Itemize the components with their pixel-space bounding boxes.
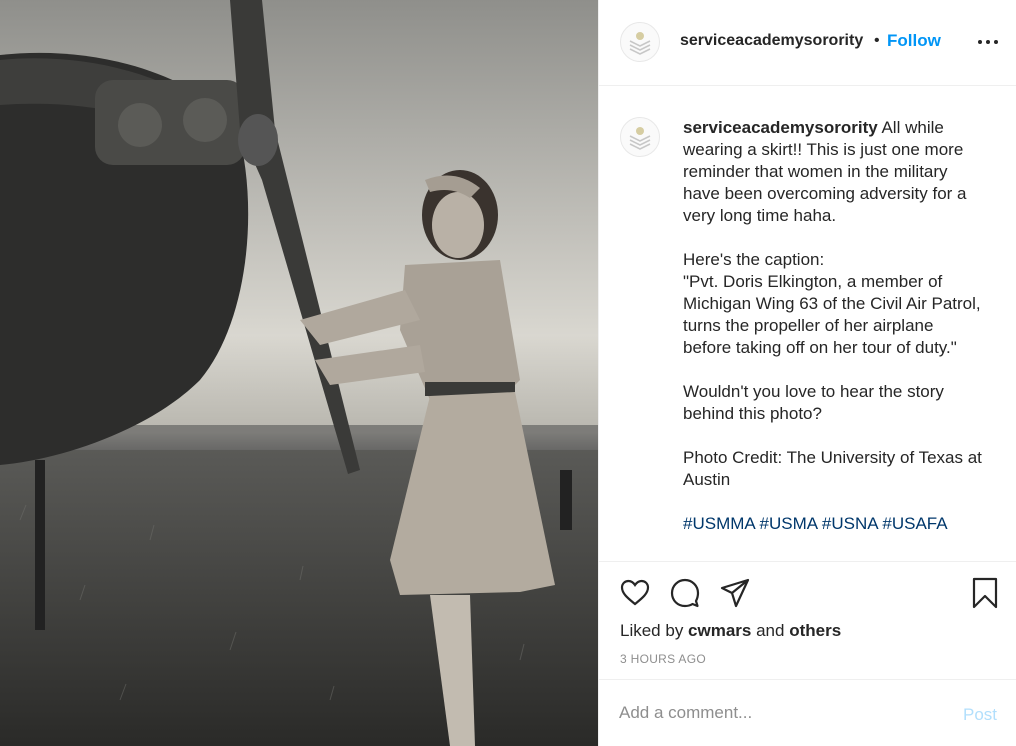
post-timestamp[interactable]: 3 HOURS AGO (620, 652, 706, 666)
post-actions: Liked by cwmars and others 3 HOURS AGO (599, 561, 1016, 679)
avatar[interactable] (620, 22, 660, 62)
caption-username[interactable]: serviceacademysorority (683, 118, 878, 137)
post-panel: serviceacademysorority • Follow servicea… (598, 0, 1016, 746)
hashtag-link[interactable]: #USNA (822, 514, 878, 533)
sorority-logo-icon (629, 127, 651, 150)
post-caption: serviceacademysorority All while wearing… (683, 117, 983, 535)
hashtag-link[interactable]: #USMMA (683, 514, 755, 533)
bookmark-icon[interactable] (969, 577, 1001, 609)
post-comment-button[interactable]: Post (963, 705, 997, 725)
hashtag-link[interactable]: #USMA (760, 514, 818, 533)
photo-image (0, 0, 598, 746)
header-username[interactable]: serviceacademysorority (680, 32, 863, 50)
sorority-logo-icon (629, 32, 651, 55)
heart-icon[interactable] (619, 577, 651, 609)
caption-hashtags: #USMMA #USMA #USNA #USAFA (683, 513, 983, 535)
likes-summary: Liked by cwmars and others (620, 621, 841, 641)
caption-text: All while wearing a skirt!! This is just… (683, 118, 982, 489)
share-icon[interactable] (719, 577, 751, 609)
comment-input[interactable] (619, 698, 939, 728)
comment-icon[interactable] (669, 577, 701, 609)
header-separator: • (874, 32, 880, 49)
comments-scroll-area[interactable]: serviceacademysorority All while wearing… (599, 87, 1016, 561)
follow-button[interactable]: Follow (887, 31, 941, 51)
likes-mid: and (751, 621, 790, 640)
caption-avatar[interactable] (620, 117, 660, 157)
hashtag-link[interactable]: #USAFA (882, 514, 947, 533)
post-photo[interactable] (0, 0, 598, 746)
liked-by-others-link[interactable]: others (789, 621, 841, 640)
likes-prefix: Liked by (620, 621, 689, 640)
post-header: serviceacademysorority • Follow (599, 0, 1016, 86)
comment-bar: Post (599, 679, 1016, 746)
liked-by-user-link[interactable]: cwmars (688, 621, 751, 640)
more-options-icon[interactable] (976, 30, 1000, 54)
